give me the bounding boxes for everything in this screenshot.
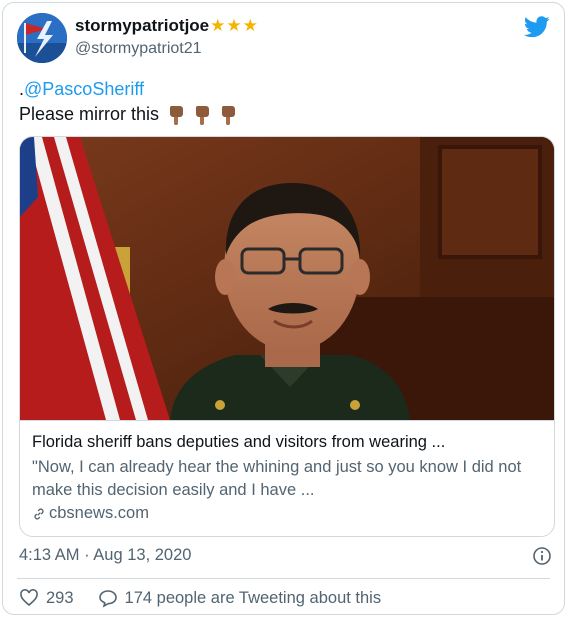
- reply-text: 174 people are Tweeting about this: [124, 588, 382, 607]
- avatar[interactable]: [17, 13, 67, 63]
- pointing-down-hand-icon: [169, 105, 184, 125]
- tweet-text: .@PascoSheriff Please mirror this: [19, 77, 239, 127]
- mention-link[interactable]: @PascoSheriff: [24, 79, 144, 99]
- card-domain-row[interactable]: cbsnews.com: [32, 504, 542, 523]
- info-icon[interactable]: [532, 546, 552, 566]
- tweet-body: Please mirror this: [19, 104, 160, 124]
- user-handle[interactable]: @stormypatriot21: [75, 40, 202, 58]
- display-name[interactable]: stormypatriotjoe: [75, 16, 209, 36]
- like-button[interactable]: 293: [19, 588, 74, 608]
- link-preview-card[interactable]: Florida sheriff bans deputies and visito…: [19, 136, 555, 537]
- sheriff-portrait-image[interactable]: [20, 137, 555, 420]
- heart-icon: [20, 589, 38, 607]
- twitter-bird-icon[interactable]: [524, 16, 550, 38]
- card-description: "Now, I can already hear the whining and…: [32, 458, 522, 499]
- action-bar: 293 174 people are Tweeting about this: [19, 588, 381, 608]
- reply-button[interactable]: 174 people are Tweeting about this: [98, 588, 382, 608]
- author-name-row[interactable]: stormypatriotjoe ★★★: [75, 16, 259, 36]
- like-count: 293: [46, 588, 74, 607]
- card-title[interactable]: Florida sheriff bans deputies and visito…: [32, 433, 542, 452]
- emoji-group: [165, 104, 239, 126]
- avatar-image: [17, 13, 67, 63]
- tweet-card[interactable]: stormypatriotjoe ★★★ @stormypatriot21 .@…: [2, 2, 565, 615]
- tweet-timestamp[interactable]: 4:13 AM · Aug 13, 2020: [19, 546, 191, 565]
- link-icon: [34, 508, 44, 519]
- card-text-area[interactable]: Florida sheriff bans deputies and visito…: [20, 420, 554, 536]
- card-domain[interactable]: cbsnews.com: [49, 504, 149, 523]
- star-badge: ★★★: [210, 16, 259, 35]
- speech-bubble-icon: [98, 590, 117, 608]
- divider: [17, 578, 550, 579]
- pointing-down-hand-icon: [221, 105, 236, 125]
- pointing-down-hand-icon: [195, 105, 210, 125]
